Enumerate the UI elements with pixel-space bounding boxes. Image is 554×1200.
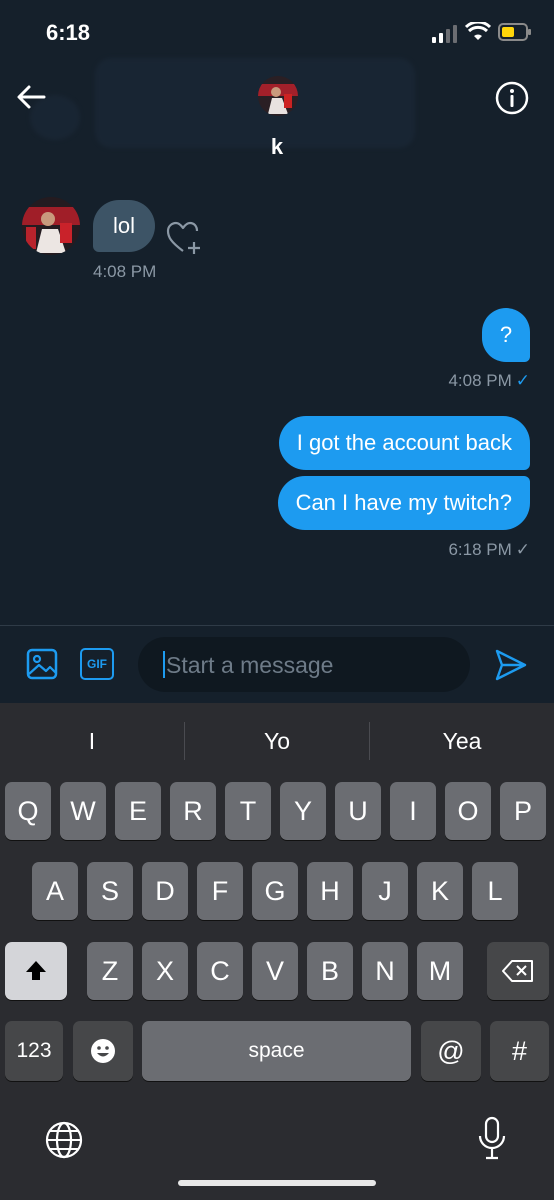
emoji-icon — [91, 1039, 115, 1063]
key-n[interactable]: N — [362, 942, 408, 1000]
message-timestamp: 4:08 PM ✓ — [448, 371, 530, 391]
suggestion-divider — [184, 722, 185, 760]
key-t[interactable]: T — [225, 782, 271, 840]
key-j[interactable]: J — [362, 862, 408, 920]
divider — [0, 625, 554, 626]
key-z[interactable]: Z — [87, 942, 133, 1000]
send-icon[interactable] — [494, 648, 528, 682]
key-c[interactable]: C — [197, 942, 243, 1000]
shift-key[interactable] — [5, 942, 67, 1000]
text-caret — [163, 651, 165, 678]
shift-icon — [26, 961, 46, 980]
key-l[interactable]: L — [472, 862, 518, 920]
message-bubble-incoming[interactable]: lol — [93, 200, 155, 252]
hash-key[interactable]: # — [490, 1021, 549, 1081]
key-f[interactable]: F — [197, 862, 243, 920]
info-icon[interactable] — [494, 80, 530, 116]
avatar[interactable] — [258, 76, 298, 116]
key-a[interactable]: A — [32, 862, 78, 920]
wifi-icon — [465, 22, 491, 40]
battery-icon — [498, 23, 531, 41]
key-p[interactable]: P — [500, 782, 546, 840]
key-k[interactable]: K — [417, 862, 463, 920]
space-key[interactable]: space — [142, 1021, 411, 1081]
key-s[interactable]: S — [87, 862, 133, 920]
key-v[interactable]: V — [252, 942, 298, 1000]
avatar[interactable] — [22, 197, 80, 255]
suggestion-item[interactable]: Yo — [197, 728, 357, 755]
emoji-key[interactable] — [73, 1021, 133, 1081]
cellular-signal-icon — [432, 25, 457, 43]
key-o[interactable]: O — [445, 782, 491, 840]
delete-key[interactable] — [487, 942, 549, 1000]
status-time: 6:18 — [46, 20, 91, 45]
key-e[interactable]: E — [115, 782, 161, 840]
suggestion-item[interactable]: Yea — [382, 728, 542, 755]
message-timestamp: 4:08 PM — [93, 262, 157, 281]
gif-label: GIF — [80, 648, 114, 680]
suggestion-divider — [369, 722, 370, 760]
sent-check-icon: ✓ — [515, 540, 530, 559]
key-y[interactable]: Y — [280, 782, 326, 840]
message-bubble-outgoing[interactable]: Can I have my twitch? — [277, 476, 530, 530]
key-b[interactable]: B — [307, 942, 353, 1000]
image-icon[interactable] — [26, 648, 58, 680]
globe-icon[interactable] — [44, 1120, 84, 1160]
gif-button[interactable]: GIF — [80, 648, 114, 680]
key-u[interactable]: U — [335, 782, 381, 840]
key-i[interactable]: I — [390, 782, 436, 840]
key-d[interactable]: D — [142, 862, 188, 920]
read-check-icon: ✓ — [515, 371, 530, 390]
key-m[interactable]: M — [417, 942, 463, 1000]
contact-name: k — [270, 134, 284, 159]
key-w[interactable]: W — [60, 782, 106, 840]
key-h[interactable]: H — [307, 862, 353, 920]
message-input-placeholder: Start a message — [166, 652, 334, 678]
timestamp-text: 6:18 PM — [448, 540, 512, 559]
suggestion-item[interactable]: I — [12, 728, 172, 755]
numbers-key[interactable]: 123 — [5, 1021, 63, 1081]
key-q[interactable]: Q — [5, 782, 51, 840]
microphone-icon[interactable] — [476, 1116, 508, 1162]
message-bubble-outgoing[interactable]: ? — [482, 308, 530, 362]
timestamp-text: 4:08 PM — [448, 371, 512, 390]
home-indicator[interactable] — [178, 1180, 376, 1186]
backspace-icon — [502, 960, 533, 982]
arrow-left-icon[interactable] — [14, 80, 48, 114]
message-bubble-outgoing[interactable]: I got the account back — [278, 416, 530, 470]
key-x[interactable]: X — [142, 942, 188, 1000]
at-key[interactable]: @ — [421, 1021, 481, 1081]
message-timestamp: 6:18 PM ✓ — [448, 540, 530, 560]
add-reaction-icon[interactable] — [165, 220, 203, 256]
key-r[interactable]: R — [170, 782, 216, 840]
key-g[interactable]: G — [252, 862, 298, 920]
